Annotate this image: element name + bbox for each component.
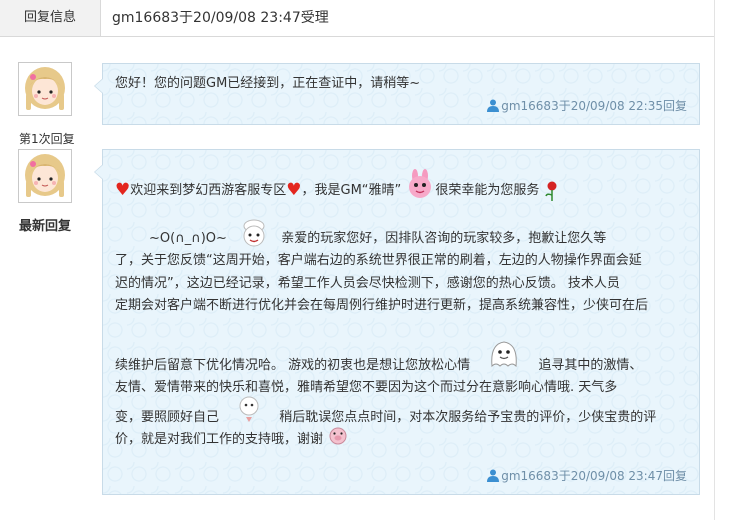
avatar-girl-icon: [20, 64, 70, 114]
scrollbar-track[interactable]: [714, 0, 715, 520]
pig-emoticon-icon: [329, 427, 347, 444]
chef-emoticon-icon: [243, 219, 265, 246]
accepted-by-text: gm16683于20/09/08 23:47受理: [112, 10, 329, 26]
reply-info-label: 回复信息: [0, 0, 101, 36]
reply-text: 欢迎来到梦幻西游客服专区: [130, 183, 287, 198]
reply-bubble: ♥欢迎来到梦幻西游客服专区♥，我是GM“雅晴” 很荣幸能为您服务 ~O(∩_∩)…: [94, 149, 700, 495]
reply-paragraph: ♥欢迎来到梦幻西游客服专区♥，我是GM“雅晴” 很荣幸能为您服务: [115, 168, 687, 204]
reply-text: 变，要照顾好自己: [115, 410, 220, 425]
reply-bubble: 您好！您的问题GM已经接到，正在查证中，请稍等~ gm16683于20/09/0…: [94, 63, 700, 125]
user-icon: [487, 469, 500, 482]
reply-meta: gm16683于20/09/08 22:35回复: [487, 97, 687, 114]
avatar: [18, 149, 72, 203]
reply-text: 定期会对客户端不断进行优化并会在每周例行维护时进行更新，提高系统兼容性，少侠可在…: [115, 298, 649, 313]
reply-text: 友情、爱情带来的快乐和喜悦，雅晴希望您不要因为这个而过分在意影响心情哦. 天气多: [115, 380, 618, 395]
reply-text: ，我是GM“雅晴”: [301, 183, 402, 198]
heart-icon: ♥: [115, 180, 131, 200]
reply-meta: gm16683于20/09/08 23:47回复: [487, 467, 687, 484]
heart-icon: ♥: [286, 180, 302, 200]
reply-text: 价，就是对我们工作的支持哦，谢谢: [115, 432, 324, 447]
reply-info-header: 回复信息 gm16683于20/09/08 23:47受理: [0, 0, 714, 37]
reply-count-label: 第1次回复: [19, 132, 75, 146]
reply-text: 您好！您的问题GM已经接到，正在查证中，请稍等~: [115, 76, 421, 91]
user-icon: [487, 99, 500, 112]
reply-text: ~O(∩_∩)O~: [149, 231, 227, 246]
rose-icon: [544, 181, 557, 201]
reply-meta-text: gm16683于20/09/08 22:35回复: [501, 99, 687, 113]
reply-paragraph: 价，就是对我们工作的支持哦，谢谢: [115, 427, 687, 453]
reply-meta-text: gm16683于20/09/08 23:47回复: [501, 469, 687, 483]
reply-text: 追寻其中的激情、: [538, 358, 643, 373]
reply-text: 很荣幸能为您服务: [435, 183, 540, 198]
ghost-emoticon-icon: [491, 340, 518, 367]
avatar-girl-icon: [20, 151, 70, 201]
latest-reply-label: 最新回复: [19, 219, 72, 234]
reply-text: 稍后耽误您点点时间，对本次服务给予宝贵的评价，少侠宝贵的评: [279, 410, 657, 425]
reply-text: 亲爱的玩家您好，因排队咨询的玩家较多，抱歉让您久等: [281, 231, 607, 246]
avatar: [18, 62, 72, 116]
rabbit-emoticon-icon: [409, 168, 432, 198]
reply-text: 续维护后留意下优化情况哈。 游戏的初衷也是想让您放松心情: [115, 358, 471, 373]
bubble-emoticon-icon: [239, 396, 259, 422]
